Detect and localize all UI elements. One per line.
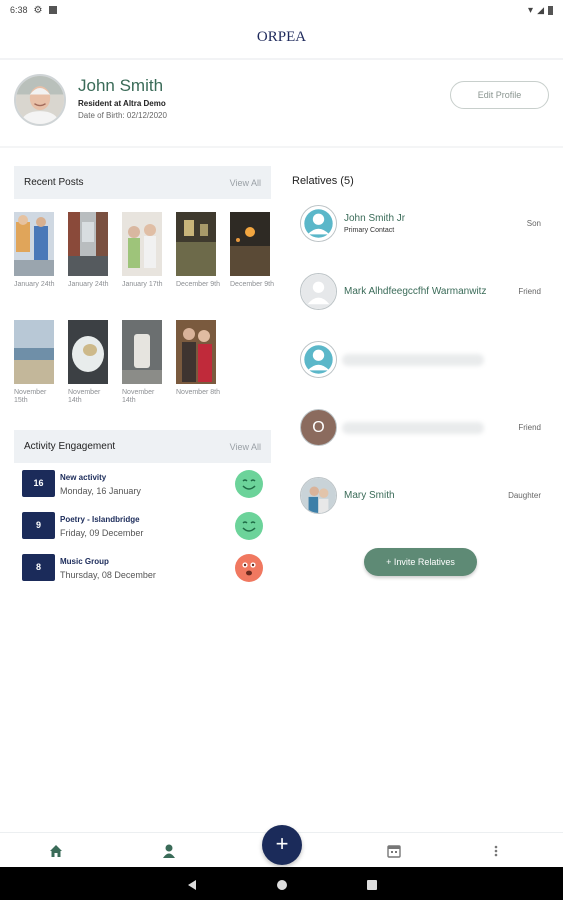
wifi-icon: ▾ [528,4,534,16]
recent-posts-view-all-link[interactable]: View All [230,178,261,188]
post-item[interactable]: November 14th [122,320,164,405]
divider [0,58,563,60]
more-icon[interactable] [488,843,504,859]
happy-face-icon [235,512,263,540]
status-bar: 6:38 ⚙ ▾ ◢ [0,0,563,20]
activity-item[interactable]: 8 Music Group Thursday, 08 December [22,550,267,592]
relative-name: Mark Alhdfeegccfhf Warmanwitz [344,286,487,297]
relative-role: Daughter [508,491,541,500]
post-thumbnail[interactable] [68,212,108,276]
profile-name: John Smith [78,76,164,95]
post-date: December 9th [230,281,274,288]
battery-icon [548,5,553,15]
post-thumbnail[interactable] [68,320,108,384]
relative-role: Friend [518,423,541,432]
profile-subtitle: Resident at Altra Demo [78,99,166,108]
brand-header: ORPEA [0,28,563,46]
settings-icon: ⚙ [33,4,43,16]
brand-logo: ORPEA [256,29,307,45]
post-item[interactable]: December 9th [176,212,220,289]
post-thumbnail[interactable] [176,320,216,384]
relative-name: John Smith Jr [344,213,406,224]
post-thumbnail[interactable] [176,212,216,276]
post-item[interactable]: November 8th [176,320,220,397]
post-date: December 9th [176,281,220,288]
relative-item[interactable]: O Friend [300,409,545,449]
status-time: 6:38 [10,5,28,15]
relative-subtitle: Primary Contact [344,227,395,234]
post-date: January 24th [14,281,55,288]
relative-item[interactable] [300,341,545,381]
sd-card-icon [48,6,57,14]
post-item[interactable]: January 17th [122,212,164,289]
activity-title: Activity Engagement [24,441,116,452]
relative-role: Son [526,219,541,228]
invite-relatives-button[interactable]: + Invite Relatives [364,548,477,576]
back-icon[interactable] [186,878,198,890]
activity-day-badge: 9 [22,512,55,539]
avatar-initial: O [312,419,325,436]
relatives-title: Relatives (5) [292,175,354,187]
activity-day-badge: 8 [22,554,55,581]
post-item[interactable]: January 24th [68,212,110,289]
activity-header: Activity Engagement View All [14,430,271,463]
calendar-icon[interactable] [386,843,402,859]
person-icon[interactable] [161,843,177,859]
post-thumbnail[interactable] [122,212,162,276]
activity-title: Music Group [60,557,109,566]
activity-item[interactable]: 16 New activity Monday, 16 January [22,466,267,508]
profile-card: John Smith Resident at Altra Demo Date o… [14,74,554,128]
home-button-icon[interactable] [276,878,288,890]
post-thumbnail[interactable] [14,212,54,276]
post-item[interactable]: November 14th [68,320,110,405]
avatar: O [300,409,337,446]
add-icon[interactable]: + [262,825,302,865]
post-thumbnail[interactable] [14,320,54,384]
recent-posts-title: Recent Posts [24,177,84,188]
avatar[interactable] [14,74,66,126]
activity-title: Poetry - Islandbridge [60,515,140,524]
relative-item[interactable]: John Smith Jr Primary Contact Son [300,205,545,245]
relative-role: Friend [518,287,541,296]
avatar [300,273,337,310]
post-date: November 8th [176,389,220,396]
activity-view-all-link[interactable]: View All [230,442,261,452]
home-icon[interactable] [48,843,64,859]
post-item[interactable]: December 9th [230,212,274,289]
recent-posts-header: Recent Posts View All [14,166,271,199]
post-date: November 15th [14,389,47,404]
post-item[interactable]: November 15th [14,320,56,405]
activity-day-badge: 16 [22,470,55,497]
surprised-face-icon [235,554,263,582]
relative-item[interactable]: Mary Smith Daughter [300,477,545,517]
redacted-name [342,422,484,434]
divider [0,146,563,148]
post-thumbnail[interactable] [122,320,162,384]
activity-title: New activity [60,473,107,482]
recents-icon[interactable] [366,878,378,890]
activity-item[interactable]: 9 Poetry - Islandbridge Friday, 09 Decem… [22,508,267,550]
activity-date: Thursday, 08 December [60,570,156,580]
post-item[interactable]: January 24th [14,212,56,289]
avatar [300,205,337,242]
relative-item[interactable]: Mark Alhdfeegccfhf Warmanwitz Friend [300,273,545,313]
edit-profile-button[interactable]: Edit Profile [450,81,549,109]
profile-dob: Date of Birth: 02/12/2020 [78,111,167,120]
avatar [300,477,337,514]
avatar [300,341,337,378]
post-date: November 14th [122,389,155,404]
happy-face-icon [235,470,263,498]
post-date: January 24th [68,281,109,288]
relative-name: Mary Smith [344,490,395,501]
redacted-name [342,354,484,366]
activity-date: Friday, 09 December [60,528,144,538]
system-navigation-bar [0,867,563,900]
post-date: January 17th [122,281,163,288]
post-thumbnail[interactable] [230,212,270,276]
signal-icon: ◢ [537,4,544,15]
activity-date: Monday, 16 January [60,486,141,496]
activity-list: 16 New activity Monday, 16 January 9 Poe… [22,466,267,592]
post-date: November 14th [68,389,101,404]
